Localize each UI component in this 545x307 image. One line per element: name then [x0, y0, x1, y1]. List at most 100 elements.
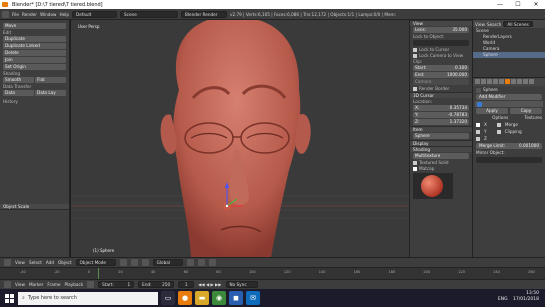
cursor-y-field[interactable]: Y: -0.78783: [413, 112, 469, 118]
textured-solid-checkbox[interactable]: Textured Solid: [413, 160, 469, 165]
menu-view-timeline[interactable]: View: [15, 282, 25, 287]
menu-view[interactable]: View: [15, 260, 25, 265]
chrome-icon[interactable]: ◉: [212, 291, 226, 305]
taskbar-search-box[interactable]: ⌕ Type here to search: [18, 291, 158, 305]
playback-controls[interactable]: ◀◀ ◀ ▶ ▶▶: [198, 282, 221, 287]
item-name-field[interactable]: Sphere: [413, 133, 469, 139]
timeline-tick: 220: [458, 270, 465, 274]
close-button[interactable]: ✕: [527, 0, 545, 9]
clip-start-field[interactable]: Start: 0.100: [413, 65, 469, 71]
folder-icon[interactable]: ▬: [195, 291, 209, 305]
timeline-header: View Marker Frame Playback Start: 1 End: 2…: [0, 279, 545, 289]
smooth-button[interactable]: Smooth: [3, 77, 34, 83]
editor-type-icon[interactable]: [2, 10, 9, 18]
item-panel-header[interactable]: Item: [410, 126, 472, 132]
shading-mode-select[interactable]: Multitexture: [413, 153, 469, 159]
options-label: Options: [492, 115, 509, 120]
data-layers-button[interactable]: Data Lay: [35, 90, 66, 96]
clock-date[interactable]: 17/01/2018: [513, 297, 539, 303]
duplicate-button[interactable]: Duplicate: [3, 36, 66, 42]
move-panel-header[interactable]: Move: [3, 23, 66, 29]
current-frame-field[interactable]: 1: [178, 281, 195, 288]
language-indicator[interactable]: ENG: [498, 297, 508, 302]
cursor-x-field[interactable]: X: 0.35734: [413, 105, 469, 111]
editor-type-icon-timeline[interactable]: [4, 281, 11, 288]
merge-limit-field[interactable]: Merge Limit: 0.001000: [476, 143, 542, 149]
delete-button[interactable]: Delete: [3, 50, 66, 56]
local-camera-field[interactable]: Camera: [413, 79, 469, 85]
history-panel-header[interactable]: History: [3, 99, 66, 104]
duplicate-linked-button[interactable]: Duplicate Linked: [3, 43, 66, 49]
snap-icon[interactable]: [197, 259, 205, 266]
mirror-object-field[interactable]: [476, 157, 542, 163]
timeline[interactable]: -40 -20 0 20 40 60 80 100 120 140 160 180 200 220 240 2…: [0, 267, 545, 279]
menu-help[interactable]: Help: [59, 12, 69, 17]
3d-viewport[interactable]: User Persp (1) Sphere: [71, 20, 409, 257]
screen-layout-select[interactable]: Default: [72, 10, 117, 18]
set-origin-button[interactable]: Set Origin: [3, 64, 66, 70]
scene-select[interactable]: Scene: [120, 10, 178, 18]
copy-button[interactable]: Copy: [510, 108, 542, 114]
start-frame-field[interactable]: Start: 1: [98, 281, 135, 288]
viewport-shading-icon[interactable]: [119, 259, 127, 266]
shading-panel-header[interactable]: Shading: [410, 146, 472, 152]
system-tray[interactable]: ENG 13:50 17/01/2018: [498, 291, 539, 303]
menu-window[interactable]: Window: [40, 12, 57, 17]
axis-y-checkbox[interactable]: Y Clipping: [476, 129, 542, 135]
matcap-checkbox[interactable]: Matcap: [413, 166, 469, 171]
editor-type-icon-3d[interactable]: [4, 259, 11, 266]
pivot-point-icon[interactable]: [130, 259, 138, 266]
matcap-preview[interactable]: [413, 173, 453, 199]
menu-render[interactable]: Render: [22, 12, 37, 17]
3d-cursor-panel-header[interactable]: 3D Cursor: [410, 92, 472, 98]
mail-icon[interactable]: ✉: [246, 291, 260, 305]
menu-playback[interactable]: Playback: [64, 282, 83, 287]
outliner-search-menu[interactable]: Search: [487, 22, 501, 27]
menu-file[interactable]: File: [12, 12, 19, 17]
lock-camera-checkbox[interactable]: Lock Camera to View: [413, 53, 469, 58]
view-panel-header[interactable]: View: [410, 20, 472, 26]
join-button[interactable]: Join: [3, 57, 66, 63]
sync-mode-select[interactable]: No Sync: [225, 281, 258, 288]
maximize-button[interactable]: ☐: [509, 0, 527, 9]
axis-z-checkbox[interactable]: Z: [476, 136, 542, 142]
outliner-display-mode[interactable]: All Scenes: [503, 21, 533, 27]
interaction-mode-select[interactable]: Object Mode: [75, 259, 116, 266]
task-view-icon[interactable]: ▭: [161, 291, 175, 305]
manipulator-icon[interactable]: [141, 259, 149, 266]
axis-x-checkbox[interactable]: X Merge: [476, 122, 542, 128]
menu-add[interactable]: Add: [46, 260, 54, 265]
lens-field[interactable]: Lens: 35.000: [413, 27, 469, 33]
operator-panel-header[interactable]: Object Scale: [0, 204, 69, 210]
end-frame-field[interactable]: End: 250: [138, 281, 175, 288]
blender-icon[interactable]: ●: [178, 291, 192, 305]
layers-icon[interactable]: [186, 259, 194, 266]
lock-to-cursor-checkbox[interactable]: Lock to Cursor: [413, 47, 469, 52]
outliner-view-menu[interactable]: View: [475, 22, 485, 27]
transform-orientation-select[interactable]: Global: [152, 259, 183, 266]
properties-tabs[interactable]: [473, 78, 545, 86]
menu-marker[interactable]: Marker: [29, 282, 43, 287]
current-frame-marker[interactable]: [98, 268, 99, 279]
clip-end-field[interactable]: End: 1000.000: [413, 72, 469, 78]
store-icon[interactable]: ◼: [229, 291, 243, 305]
flat-button[interactable]: Flat: [35, 77, 66, 83]
render-border-checkbox[interactable]: Render Border: [413, 86, 469, 91]
add-modifier-button[interactable]: Add Modifier: [476, 94, 542, 100]
mirror-modifier-header[interactable]: [475, 101, 543, 107]
blender-logo-icon: [2, 2, 8, 7]
cursor-z-field[interactable]: Z: 1.37320: [413, 119, 469, 125]
minimize-button[interactable]: —: [491, 0, 509, 9]
windows-start-icon[interactable]: [0, 289, 18, 307]
lock-object-field[interactable]: [413, 40, 469, 46]
menu-object[interactable]: Object: [58, 260, 72, 265]
timeline-tick: 200: [423, 270, 431, 274]
menu-select[interactable]: Select: [29, 260, 42, 265]
outliner-item-sphere[interactable]: Sphere: [473, 52, 545, 58]
data-button[interactable]: Data: [3, 90, 34, 96]
record-icon[interactable]: [87, 281, 95, 288]
render-engine-select[interactable]: Blender Render: [181, 10, 227, 18]
apply-button[interactable]: Apply: [476, 108, 508, 114]
render-preview-icon[interactable]: [208, 259, 216, 266]
menu-frame[interactable]: Frame: [47, 282, 60, 287]
